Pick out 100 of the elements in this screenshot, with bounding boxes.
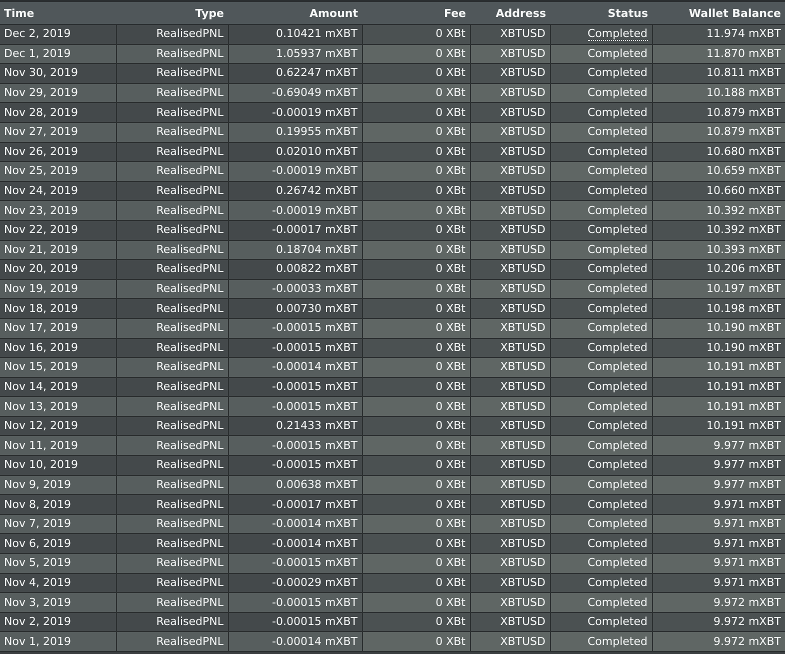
fee-cell: 0 XBt (436, 125, 466, 138)
type-cell: RealisedPNL (156, 438, 224, 452)
time-cell: Nov 20, 2019 (4, 262, 78, 276)
fee-cell: 0 XBt (436, 360, 466, 374)
type-cell: RealisedPNL (156, 302, 224, 315)
balance-cell: 10.392 mXBT (706, 223, 781, 236)
amount-cell: 0.21433 mXBT (276, 419, 358, 432)
time-cell: Nov 3, 2019 (4, 596, 71, 609)
address-cell: XBTUSD (500, 302, 546, 315)
fee-cell: 0 XBt (436, 517, 466, 530)
amount-cell: -0.00015 mXBT (272, 458, 358, 472)
fee-cell: 0 XBt (436, 184, 466, 198)
balance-cell: 10.680 mXBT (706, 144, 781, 158)
amount-cell: 0.18704 mXBT (276, 242, 358, 256)
time-cell: Nov 21, 2019 (4, 242, 78, 256)
address-cell: XBTUSD (500, 634, 546, 648)
balance-cell: 11.974 mXBT (706, 27, 781, 40)
time-cell: Nov 18, 2019 (4, 302, 78, 315)
fee-cell: 0 XBt (436, 106, 466, 119)
time-cell: Nov 10, 2019 (4, 458, 78, 472)
type-cell: RealisedPNL (156, 517, 224, 530)
fee-cell: 0 XBt (436, 380, 466, 393)
status-cell: Completed (588, 66, 648, 80)
amount-cell: -0.00014 mXBT (272, 360, 358, 374)
amount-cell: -0.00029 mXBT (272, 576, 358, 589)
time-cell: Nov 13, 2019 (4, 400, 78, 413)
time-cell: Nov 11, 2019 (4, 438, 78, 452)
amount-cell: -0.00014 mXBT (272, 536, 358, 550)
time-cell: Nov 2, 2019 (4, 615, 71, 628)
address-cell: XBTUSD (500, 282, 546, 296)
status-cell: Completed (588, 360, 648, 374)
status-cell: Completed (588, 46, 648, 60)
amount-cell: -0.00015 mXBT (272, 556, 358, 570)
fee-cell: 0 XBt (436, 419, 466, 432)
balance-cell: 10.879 mXBT (706, 125, 781, 138)
address-cell: XBTUSD (500, 419, 546, 432)
fee-cell: 0 XBt (436, 536, 466, 550)
time-cell: Nov 1, 2019 (4, 634, 71, 648)
amount-cell: 0.00730 mXBT (276, 302, 358, 315)
balance-cell: 10.191 mXBT (706, 419, 781, 432)
time-cell: Nov 12, 2019 (4, 419, 78, 432)
status-cell: Completed (588, 380, 648, 393)
type-cell: RealisedPNL (156, 360, 224, 374)
status-cell: Completed (588, 204, 648, 217)
type-cell: RealisedPNL (156, 380, 224, 393)
type-cell: RealisedPNL (156, 419, 224, 432)
amount-cell: -0.00019 mXBT (272, 164, 358, 178)
time-cell: Dec 2, 2019 (4, 27, 71, 40)
time-cell: Nov 25, 2019 (4, 164, 78, 178)
balance-cell: 10.190 mXBT (706, 340, 781, 354)
type-cell: RealisedPNL (156, 321, 224, 334)
address-cell: XBTUSD (500, 125, 546, 138)
time-cell: Nov 15, 2019 (4, 360, 78, 374)
address-cell: XBTUSD (500, 556, 546, 570)
balance-cell: 10.393 mXBT (706, 242, 781, 256)
status-cell: Completed (588, 223, 648, 236)
amount-cell: 0.62247 mXBT (276, 66, 358, 80)
fee-cell: 0 XBt (436, 556, 466, 570)
fee-cell: 0 XBt (436, 242, 466, 256)
balance-cell: 9.972 mXBT (713, 634, 781, 648)
status-cell: Completed (588, 86, 648, 100)
type-cell: RealisedPNL (156, 242, 224, 256)
type-cell: RealisedPNL (156, 576, 224, 589)
column-header[interactable]: Type (195, 6, 224, 20)
status-cell: Completed (588, 615, 648, 628)
type-cell: RealisedPNL (156, 458, 224, 472)
fee-cell: 0 XBt (436, 596, 466, 609)
address-cell: XBTUSD (500, 380, 546, 393)
time-cell: Nov 29, 2019 (4, 86, 78, 100)
fee-cell: 0 XBt (436, 498, 466, 511)
address-cell: XBTUSD (500, 596, 546, 609)
address-cell: XBTUSD (500, 360, 546, 374)
amount-cell: -0.00015 mXBT (272, 340, 358, 354)
amount-cell: -0.00019 mXBT (272, 204, 358, 217)
fee-cell: 0 XBt (436, 282, 466, 296)
address-cell: XBTUSD (500, 86, 546, 100)
status-cell: Completed (588, 262, 648, 276)
type-cell: RealisedPNL (156, 27, 224, 40)
amount-cell: 1.05937 mXBT (276, 46, 358, 60)
address-cell: XBTUSD (500, 164, 546, 178)
balance-cell: 10.190 mXBT (706, 321, 781, 334)
type-cell: RealisedPNL (156, 164, 224, 178)
column-header[interactable]: Fee (444, 6, 466, 20)
column-header[interactable]: Time (4, 6, 34, 20)
status-cell: Completed (588, 27, 648, 42)
amount-cell: -0.00017 mXBT (272, 498, 358, 511)
fee-cell: 0 XBt (436, 576, 466, 589)
type-cell: RealisedPNL (156, 556, 224, 570)
amount-cell: -0.00015 mXBT (272, 596, 358, 609)
type-cell: RealisedPNL (156, 634, 224, 648)
time-cell: Nov 19, 2019 (4, 282, 78, 296)
time-cell: Nov 4, 2019 (4, 576, 71, 589)
balance-cell: 9.971 mXBT (713, 576, 781, 589)
type-cell: RealisedPNL (156, 144, 224, 158)
type-cell: RealisedPNL (156, 400, 224, 413)
address-cell: XBTUSD (500, 223, 546, 236)
amount-cell: -0.00033 mXBT (272, 282, 358, 296)
fee-cell: 0 XBt (436, 262, 466, 276)
amount-cell: 0.10421 mXBT (276, 27, 358, 40)
amount-cell: 0.26742 mXBT (276, 184, 358, 198)
